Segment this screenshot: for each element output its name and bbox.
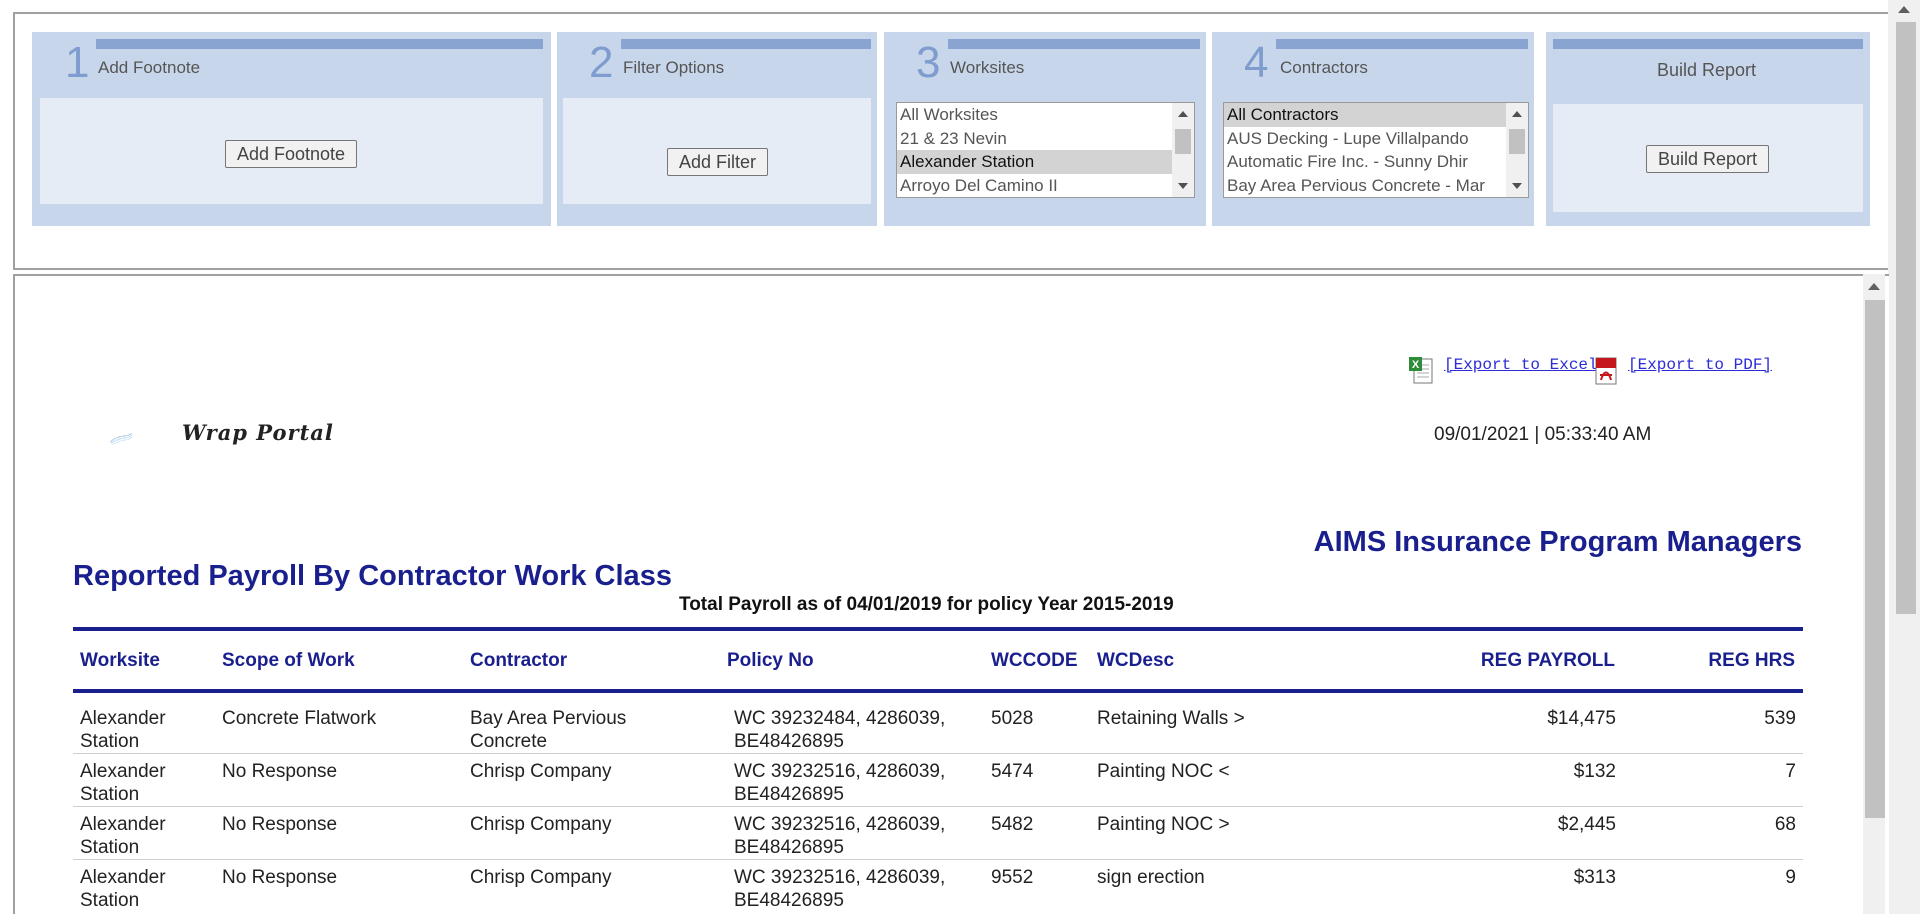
- worksites-listbox[interactable]: All Worksites 21 & 23 Nevin Alexander St…: [896, 102, 1195, 198]
- cell-policy: WC 39232516, 4286039, BE48426895: [734, 761, 946, 805]
- logo-text: Wrap Portal: [182, 420, 334, 445]
- step-header-bar: [96, 39, 543, 49]
- step-filter-options-panel: 2 Filter Options: [557, 32, 877, 226]
- table-top-rule: [73, 627, 1803, 631]
- contractor-option-selected[interactable]: All Contractors: [1224, 103, 1528, 127]
- report-timestamp: 09/01/2021 | 05:33:40 AM: [1434, 424, 1652, 445]
- table-row: Alexander Station No Response Chrisp Comp…: [73, 807, 1803, 860]
- report-scrollbar-thumb[interactable]: [1865, 300, 1885, 818]
- report-title: Reported Payroll By Contractor Work Clas…: [73, 560, 672, 592]
- build-report-button[interactable]: Build Report: [1646, 145, 1769, 173]
- step-title: Contractors: [1280, 58, 1368, 77]
- cell-worksite: Alexander Station: [80, 867, 166, 911]
- contractors-listbox[interactable]: All Contractors AUS Decking - Lupe Villa…: [1223, 102, 1529, 198]
- step-title: Filter Options: [623, 58, 725, 77]
- cell-wcdesc: sign erection: [1097, 867, 1205, 888]
- cell-scope: No Response: [222, 761, 338, 782]
- step-header-bar: [1276, 39, 1528, 49]
- cell-policy: WC 39232484, 4286039, BE48426895: [734, 708, 946, 752]
- column-header-reg-hrs: REG HRS: [1708, 650, 1795, 671]
- cell-worksite: Alexander Station: [80, 814, 166, 858]
- cell-reg-payroll: $313: [1573, 867, 1616, 888]
- pdf-icon[interactable]: [1592, 356, 1620, 386]
- cell-contractor: Bay Area Pervious Concrete: [470, 708, 627, 752]
- cell-wcdesc: Painting NOC >: [1097, 814, 1230, 835]
- scroll-up-arrow-icon[interactable]: [1868, 283, 1880, 290]
- add-footnote-button[interactable]: Add Footnote: [225, 140, 357, 168]
- worksite-option[interactable]: Arroyo Del Camino II: [897, 174, 1194, 198]
- cell-wcdesc: Painting NOC <: [1097, 761, 1230, 782]
- cell-policy: WC 39232516, 4286039, BE48426895: [734, 867, 946, 911]
- add-filter-button[interactable]: Add Filter: [667, 148, 768, 176]
- cell-reg-payroll: $132: [1573, 761, 1616, 782]
- column-header-contractor: Contractor: [470, 650, 568, 671]
- cell-worksite: Alexander Station: [80, 708, 166, 752]
- cell-wccode: 5474: [991, 761, 1034, 782]
- column-header-reg-payroll: REG PAYROLL: [1480, 650, 1615, 671]
- cell-scope: No Response: [222, 867, 338, 888]
- worksite-option[interactable]: All Worksites: [897, 103, 1194, 127]
- column-header-worksite: Worksite: [80, 650, 160, 671]
- step-title: Build Report: [1657, 60, 1757, 80]
- contractors-scrollbar[interactable]: [1506, 103, 1528, 197]
- scrollbar-thumb[interactable]: [1509, 129, 1525, 154]
- wrap-portal-logo-icon: [110, 433, 133, 445]
- cell-contractor: Chrisp Company: [470, 867, 612, 888]
- scroll-up-arrow-icon[interactable]: [1178, 111, 1188, 117]
- step-title: Worksites: [950, 58, 1025, 77]
- svg-text:X: X: [1412, 359, 1420, 371]
- company-name: AIMS Insurance Program Managers: [1313, 526, 1802, 558]
- scroll-up-arrow-icon[interactable]: [1898, 6, 1910, 13]
- worksites-scrollbar[interactable]: [1172, 103, 1194, 197]
- table-row: Alexander Station No Response Chrisp Comp…: [73, 754, 1803, 807]
- contractor-option[interactable]: AUS Decking - Lupe Villalpando: [1224, 127, 1528, 151]
- cell-scope: Concrete Flatwork: [222, 708, 377, 729]
- step-header-bar: [621, 39, 871, 49]
- cell-wccode: 5028: [991, 708, 1034, 729]
- cell-wccode: 9552: [991, 867, 1034, 888]
- step-header-bar: [948, 39, 1200, 49]
- cell-scope: No Response: [222, 814, 338, 835]
- cell-reg-hrs: 68: [1774, 814, 1796, 835]
- cell-contractor: Chrisp Company: [470, 761, 612, 782]
- step-number: 1: [65, 38, 90, 87]
- cell-wcdesc: Retaining Walls >: [1097, 708, 1245, 729]
- cell-reg-payroll: $2,445: [1557, 814, 1616, 835]
- step-title: Add Footnote: [98, 58, 201, 77]
- column-header-scope: Scope of Work: [222, 650, 355, 671]
- column-header-policy: Policy No: [727, 650, 814, 671]
- cell-reg-payroll: $14,475: [1547, 708, 1616, 729]
- scroll-up-arrow-icon[interactable]: [1512, 111, 1522, 117]
- cell-worksite: Alexander Station: [80, 761, 166, 805]
- step-add-footnote-panel: 1 Add Footnote: [32, 32, 551, 226]
- scroll-down-arrow-icon[interactable]: [1512, 183, 1522, 189]
- step-header-bar: [1553, 39, 1863, 49]
- cell-contractor: Chrisp Company: [470, 814, 612, 835]
- column-header-wcdesc: WCDesc: [1097, 650, 1175, 671]
- column-header-wccode: WCCODE: [991, 650, 1078, 671]
- scroll-down-arrow-icon[interactable]: [1178, 183, 1188, 189]
- cell-reg-hrs: 9: [1785, 867, 1796, 888]
- table-header-rule: [73, 689, 1803, 693]
- scrollbar-thumb[interactable]: [1175, 129, 1191, 154]
- page-scrollbar-thumb[interactable]: [1896, 22, 1916, 614]
- cell-wccode: 5482: [991, 814, 1034, 835]
- worksite-option[interactable]: 21 & 23 Nevin: [897, 127, 1194, 151]
- cell-reg-hrs: 539: [1764, 708, 1796, 729]
- step-number: 3: [916, 38, 941, 87]
- contractor-option[interactable]: Bay Area Pervious Concrete - Mar: [1224, 174, 1528, 198]
- worksite-option-selected[interactable]: Alexander Station: [897, 150, 1194, 174]
- table-row: Alexander Station No Response Chrisp Comp…: [73, 860, 1803, 913]
- step-number: 4: [1244, 38, 1269, 87]
- cell-policy: WC 39232516, 4286039, BE48426895: [734, 814, 946, 858]
- export-to-pdf-link[interactable]: [Export to PDF]: [1628, 356, 1772, 374]
- export-to-excel-link[interactable]: [Export to Excel]: [1444, 356, 1607, 374]
- report-subtitle: Total Payroll as of 04/01/2019 for polic…: [679, 594, 1174, 615]
- cell-reg-hrs: 7: [1785, 761, 1796, 782]
- excel-icon[interactable]: X: [1408, 356, 1436, 386]
- step-number: 2: [589, 38, 614, 87]
- step-build-report-panel: Build Report: [1546, 32, 1870, 226]
- contractor-option[interactable]: Automatic Fire Inc. - Sunny Dhir: [1224, 150, 1528, 174]
- table-row: Alexander Station Concrete Flatwork Bay A…: [73, 701, 1803, 754]
